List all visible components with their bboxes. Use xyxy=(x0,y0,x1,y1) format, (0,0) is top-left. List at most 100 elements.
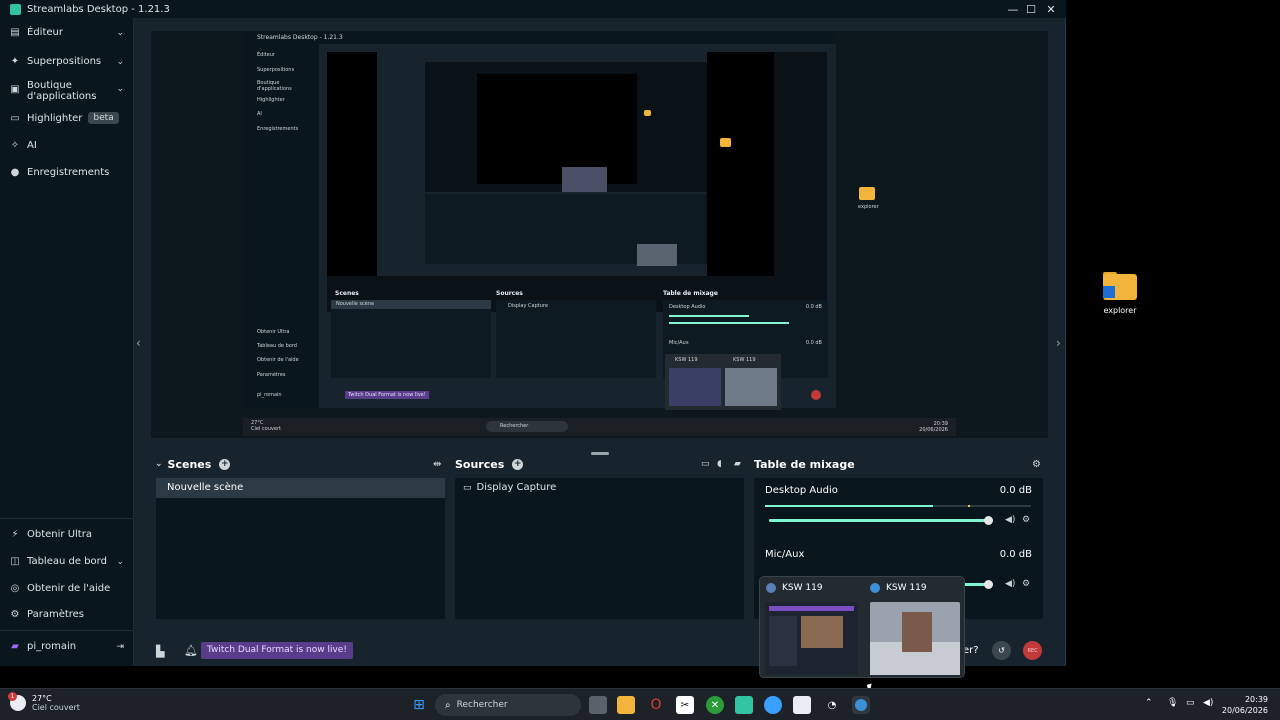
nested-title: Streamlabs Desktop - 1.21.3 xyxy=(243,32,836,44)
sidebar-item-dashboard[interactable]: ◫ Tableau de bord ⌄ xyxy=(0,556,134,567)
nested-clock: 20:39 20/06/2026 xyxy=(919,421,948,433)
mixer-channel-db: 0.0 dB xyxy=(999,549,1032,560)
gear-icon[interactable]: ⚙ xyxy=(1022,515,1030,525)
capcut-icon[interactable]: ✂ xyxy=(676,696,694,714)
sidebar-item-overlays[interactable]: ✦ Superpositions ⌄ xyxy=(0,56,134,67)
thumbnail-title: KSW 119 xyxy=(782,583,823,593)
twitch-dual-format-banner[interactable]: Twitch Dual Format is now live! xyxy=(201,642,353,659)
dashboard-icon: ◫ xyxy=(10,556,20,567)
source-audio-icon[interactable]: ◖ xyxy=(717,459,722,469)
maximize-button[interactable]: ☐ xyxy=(1020,0,1042,18)
cloud-icon[interactable] xyxy=(764,696,782,714)
nested-sidebar-item: pi_romain xyxy=(257,392,282,398)
twitch-icon: ▰ xyxy=(11,641,19,652)
speaker-icon[interactable]: ◀) xyxy=(1005,515,1015,525)
sidebar-item-settings[interactable]: ⚙ Paramètres xyxy=(0,609,134,620)
microphone-icon[interactable]: 🎙︎ xyxy=(1167,698,1178,708)
collapse-left-icon[interactable]: ‹ xyxy=(136,336,141,350)
streamlabs-taskbar-icon[interactable] xyxy=(735,696,753,714)
store-icon[interactable] xyxy=(793,696,811,714)
source-folder-icon[interactable]: ▰ xyxy=(734,459,741,469)
speaker-icon[interactable]: ◀) xyxy=(1005,579,1015,589)
chevron-down-icon: ⌄ xyxy=(116,27,124,38)
mixer-channel-name: Desktop Audio xyxy=(765,485,838,496)
desktop: Streamlabs Desktop - 1.21.3 — ☐ ✕ ▤ Édit… xyxy=(0,0,1280,688)
nested-folder-icon xyxy=(720,138,731,147)
logout-icon[interactable]: ⇥ xyxy=(116,642,124,652)
volume-icon[interactable]: ◀) xyxy=(1203,698,1213,708)
thumbnail-header[interactable]: KSW 119 xyxy=(766,583,823,593)
thumbnail-preview[interactable] xyxy=(870,602,960,675)
nested-sources-panel: Display Capture xyxy=(496,300,656,378)
nested-sidebar-item: Obtenir Ultra xyxy=(257,329,290,335)
volume-slider[interactable] xyxy=(769,516,993,525)
telegram-taskbar-icon[interactable] xyxy=(852,696,870,714)
tray-chevron-icon[interactable]: ⌃ xyxy=(1145,698,1153,708)
add-scene-icon[interactable]: + xyxy=(219,458,231,470)
thumbnail-header[interactable]: KSW 119 xyxy=(870,583,927,593)
file-explorer-icon[interactable] xyxy=(617,696,635,714)
sidebar-item-ai[interactable]: ✧ AI xyxy=(0,140,134,151)
sidebar-item-label: Éditeur xyxy=(27,27,63,38)
editor-icon: ▤ xyxy=(10,27,20,38)
clock-date: 20/06/2026 xyxy=(1221,706,1268,715)
slider-knob[interactable] xyxy=(984,516,993,525)
recordings-icon: ● xyxy=(10,167,20,178)
windows-start-icon[interactable]: ⊞ xyxy=(410,696,428,714)
taskbar-clock[interactable]: 20:39 20/06/2026 xyxy=(1222,694,1268,716)
scenes-title: Scenes xyxy=(167,457,212,471)
streamlabs-window: Streamlabs Desktop - 1.21.3 — ☐ ✕ ▤ Édit… xyxy=(0,0,1066,666)
nested-sidebar-item: Highlighter xyxy=(257,97,285,103)
weather-widget[interactable]: 1 27°C Ciel couvert xyxy=(8,692,80,712)
opera-icon[interactable]: O xyxy=(647,696,665,714)
gear-icon[interactable]: ⚙ xyxy=(1022,579,1030,589)
replay-icon[interactable]: ↺ xyxy=(992,641,1011,660)
close-button[interactable]: ✕ xyxy=(1040,0,1062,18)
scene-item[interactable]: Nouvelle scène xyxy=(156,478,445,498)
sources-header: Sources + xyxy=(455,456,524,472)
volume-meter xyxy=(765,505,1031,507)
nested-twitch-banner: Twitch Dual Format is now live! xyxy=(345,391,429,399)
footer-partial-text: er? xyxy=(963,645,979,656)
sidebar-user[interactable]: ▰ pi_romain ⇥ xyxy=(0,641,134,652)
nested-folder-icon xyxy=(644,110,651,116)
slider-knob[interactable] xyxy=(984,580,993,589)
add-source-icon[interactable]: + xyxy=(512,458,524,470)
sidebar-item-help[interactable]: ◎ Obtenir de l'aide xyxy=(0,583,134,594)
xbox-icon[interactable]: ✕ xyxy=(706,696,724,714)
sidebar-item-app-store[interactable]: ▣ Boutique d'applications ⌄ xyxy=(0,80,134,102)
sidebar-item-label: Superpositions xyxy=(27,56,102,67)
speedometer-icon[interactable]: ◔ xyxy=(823,696,841,714)
monitor-icon: ▭ xyxy=(463,482,472,493)
windows-taskbar: 1 27°C Ciel couvert ⊞ ⌕ Rechercher O ✂ ✕… xyxy=(0,688,1280,720)
explorer-label: explorer xyxy=(1103,306,1137,315)
taskbar-search[interactable]: ⌕ Rechercher xyxy=(435,694,581,716)
clock-time: 20:39 xyxy=(1244,695,1268,704)
stats-icon[interactable]: ▙ xyxy=(156,645,164,658)
chevron-down-icon[interactable]: ⌄ xyxy=(155,459,163,469)
sidebar-divider xyxy=(0,518,134,519)
nested-db: 0.0 dB xyxy=(805,340,822,346)
source-item[interactable]: ▭ Display Capture xyxy=(463,482,556,493)
sidebar-item-recordings[interactable]: ● Enregistrements xyxy=(0,167,134,178)
explorer-folder-icon[interactable] xyxy=(1103,272,1139,302)
sidebar-item-editor[interactable]: ▤ Éditeur ⌄ xyxy=(0,27,134,38)
mixer-settings-icon[interactable]: ⚙ xyxy=(1032,459,1041,470)
network-icon[interactable]: ▭ xyxy=(1186,698,1195,708)
collapse-right-icon[interactable]: › xyxy=(1056,336,1061,350)
scene-transition-icon[interactable]: ⇹ xyxy=(433,459,441,470)
highlighter-icon: ▭ xyxy=(10,112,20,124)
rec-button[interactable]: REC xyxy=(1023,641,1042,660)
sidebar-item-highlighter[interactable]: ▭ Highlighter beta xyxy=(0,112,134,124)
resize-handle[interactable] xyxy=(591,452,609,455)
nested-sidebar-item: Obtenir de l'aide xyxy=(257,357,299,363)
weather-badge: 1 xyxy=(8,692,17,701)
source-cast-icon[interactable]: ▭ xyxy=(701,459,710,469)
sidebar-item-label: Paramètres xyxy=(27,609,85,620)
sidebar-item-label: Enregistrements xyxy=(27,167,110,178)
notification-icon[interactable]: 🔔︎ xyxy=(184,644,198,657)
scenes-panel: Nouvelle scène xyxy=(156,478,445,619)
thumbnail-preview[interactable] xyxy=(765,602,858,675)
sidebar-item-ultra[interactable]: ⚡ Obtenir Ultra xyxy=(0,529,134,540)
task-view-icon[interactable] xyxy=(589,696,607,714)
